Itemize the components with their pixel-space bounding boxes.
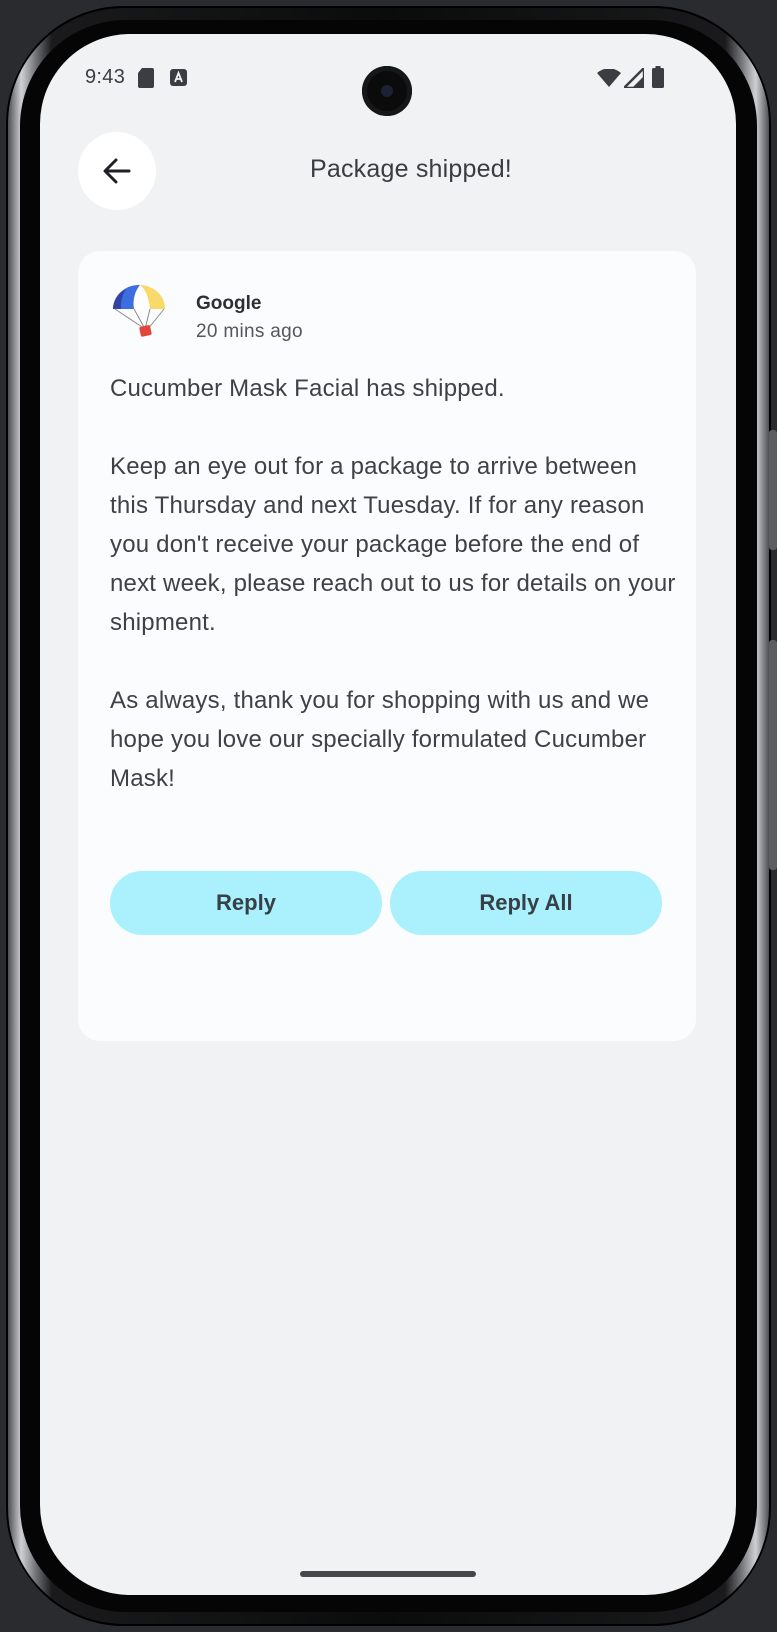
sender-name: Google	[196, 293, 262, 314]
wifi-icon	[597, 69, 621, 87]
volume-button	[769, 430, 777, 550]
device-frame: 9:43 Package shipped! Google 20 mins ago…	[0, 0, 777, 1632]
arrow-left-icon	[103, 158, 131, 184]
reply-all-button[interactable]: Reply All	[390, 871, 662, 935]
screen: 9:43 Package shipped! Google 20 mins ago…	[40, 34, 736, 1595]
status-time: 9:43	[85, 66, 126, 88]
power-button	[769, 640, 777, 870]
email-body-paragraph: Keep an eye out for a package to arrive …	[110, 453, 676, 636]
timestamp: 20 mins ago	[196, 321, 303, 342]
front-camera	[362, 66, 412, 116]
reply-button[interactable]: Reply	[110, 871, 382, 935]
email-card: Google 20 mins ago Cucumber Mask Facial …	[78, 251, 696, 1041]
parachute-icon	[112, 284, 165, 337]
page-title: Package shipped!	[310, 155, 512, 183]
notification-a-icon	[170, 69, 187, 86]
email-body-paragraph: As always, thank you for shopping with u…	[110, 687, 650, 792]
sd-card-icon	[138, 68, 154, 88]
signal-icon	[624, 68, 644, 88]
email-body-paragraph: Cucumber Mask Facial has shipped.	[110, 375, 505, 402]
status-bar: 9:43	[40, 34, 736, 116]
home-indicator[interactable]	[300, 1571, 476, 1577]
battery-icon	[652, 66, 664, 88]
back-button[interactable]	[78, 132, 156, 210]
